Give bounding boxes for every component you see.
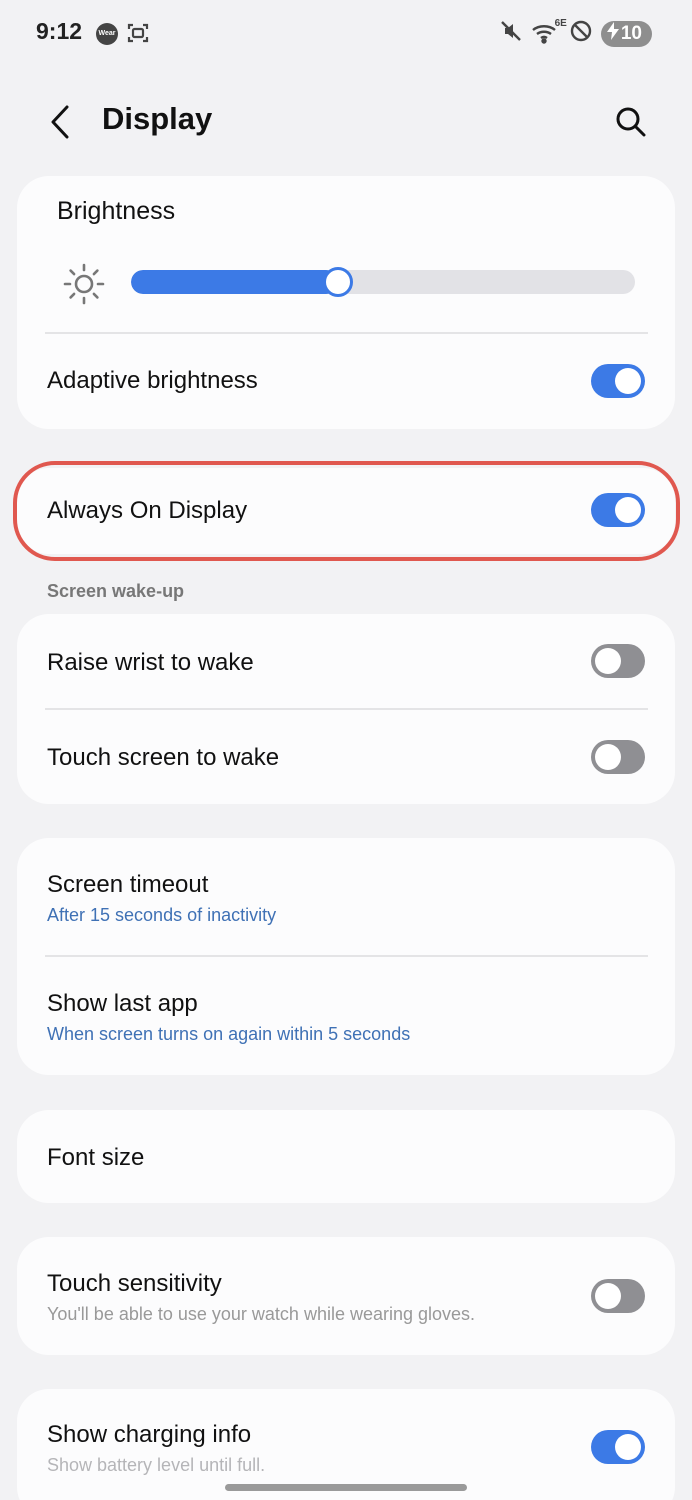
wear-app-icon: Wear — [96, 23, 118, 45]
adaptive-brightness-label: Adaptive brightness — [47, 367, 258, 394]
brightness-label: Brightness — [57, 197, 176, 225]
screen-wakeup-card: Raise wrist to wake Touch screen to wake — [17, 614, 675, 804]
adaptive-brightness-row[interactable]: Adaptive brightness — [17, 334, 675, 429]
touch-sensitivity-toggle[interactable] — [591, 1279, 645, 1313]
font-size-card[interactable]: Font size — [17, 1110, 675, 1203]
section-label-screen-wakeup: Screen wake-up — [47, 581, 185, 601]
charging-bolt-icon — [606, 21, 619, 46]
font-size-label: Font size — [47, 1144, 145, 1171]
status-time: 9:12 — [36, 18, 83, 44]
wifi-icon: 6E — [531, 18, 567, 46]
status-icons: 6E 10 — [499, 18, 652, 48]
show-last-app-row[interactable]: Show last app When screen turns on again… — [17, 957, 675, 1075]
raise-wrist-toggle[interactable] — [591, 644, 645, 678]
brightness-slider-fill — [131, 270, 338, 294]
mute-icon — [499, 19, 523, 48]
timeout-card: Screen timeout After 15 seconds of inact… — [17, 838, 675, 1075]
charging-info-toggle[interactable] — [591, 1430, 645, 1464]
screen-timeout-row[interactable]: Screen timeout After 15 seconds of inact… — [17, 838, 675, 956]
back-button[interactable] — [40, 100, 80, 144]
touch-screen-wake-row[interactable]: Touch screen to wake — [17, 710, 675, 804]
show-last-app-label: Show last app — [47, 990, 198, 1017]
wifi-6e-label: 6E — [554, 17, 567, 29]
brightness-card: Brightness Adaptive brightness — [17, 176, 675, 429]
touch-sensitivity-description: You'll be able to use your watch while w… — [47, 1304, 476, 1324]
touch-sensitivity-card[interactable]: Touch sensitivity You'll be able to use … — [17, 1237, 675, 1355]
highlight-outline — [13, 461, 680, 561]
screen-timeout-label: Screen timeout — [47, 871, 209, 898]
search-icon — [616, 107, 646, 137]
raise-wrist-label: Raise wrist to wake — [47, 649, 254, 676]
brightness-slider[interactable] — [131, 270, 635, 294]
brightness-slider-thumb[interactable] — [322, 267, 353, 297]
screen-timeout-value: After 15 seconds of inactivity — [47, 905, 277, 925]
touch-sensitivity-label: Touch sensitivity — [47, 1270, 222, 1297]
charging-info-label: Show charging info — [47, 1421, 252, 1448]
touch-screen-wake-label: Touch screen to wake — [47, 744, 280, 771]
home-indicator[interactable] — [225, 1484, 467, 1491]
screenshot-icon — [126, 21, 150, 45]
do-not-disturb-icon — [569, 19, 593, 48]
battery-indicator: 10 — [600, 20, 652, 47]
charging-info-description: Show battery level until full. — [47, 1455, 266, 1475]
battery-level: 10 — [620, 22, 642, 44]
page-title: Display — [102, 101, 213, 136]
show-last-app-value: When screen turns on again within 5 seco… — [47, 1024, 411, 1044]
sun-icon — [61, 261, 107, 307]
touch-screen-wake-toggle[interactable] — [591, 740, 645, 774]
raise-wrist-row[interactable]: Raise wrist to wake — [17, 614, 675, 708]
adaptive-brightness-toggle[interactable] — [591, 364, 645, 398]
chevron-left-icon — [51, 105, 69, 139]
search-button[interactable] — [608, 100, 654, 144]
